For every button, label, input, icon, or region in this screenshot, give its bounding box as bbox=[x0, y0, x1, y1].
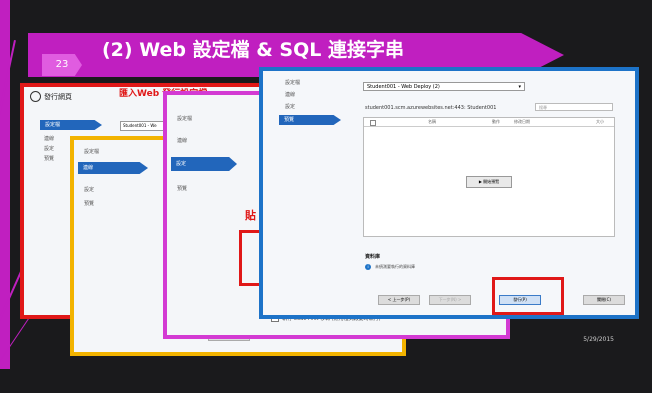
file-list-header: 名稱 動作 修改日期 大小 bbox=[364, 118, 614, 127]
nav-item-connection[interactable]: 連線 bbox=[285, 91, 295, 98]
nav-item-settings[interactable]: 設定 bbox=[171, 157, 237, 171]
nav-item-connection[interactable]: 連線 bbox=[177, 137, 187, 144]
profile-select[interactable]: Student001 - Web Deploy (2) ▾ bbox=[363, 82, 525, 91]
filter-input[interactable]: 搜尋 bbox=[535, 103, 613, 111]
nav-item-preview[interactable]: 預覽 bbox=[84, 200, 94, 207]
database-message: 未偵測要執行的資料庫 bbox=[375, 264, 415, 269]
select-all-checkbox[interactable] bbox=[370, 120, 376, 126]
nav-item-profile[interactable]: 設定檔 bbox=[285, 79, 300, 86]
slide-date: 5/29/2015 bbox=[583, 336, 614, 343]
server-url: student001.scm.azurewebsites.net:443: St… bbox=[365, 105, 497, 111]
nav-item-settings[interactable]: 設定 bbox=[285, 103, 295, 110]
column-modified: 修改日期 bbox=[514, 119, 530, 124]
file-list: 名稱 動作 修改日期 大小 ▶ 開始預覽 bbox=[363, 117, 615, 237]
slide-number: 23 bbox=[42, 54, 82, 76]
column-action: 動作 bbox=[492, 119, 500, 124]
nav-item-connection[interactable]: 連線 bbox=[78, 162, 148, 174]
nav-item-settings[interactable]: 設定 bbox=[44, 145, 54, 152]
database-message-row: i 未偵測要執行的資料庫 bbox=[365, 264, 415, 270]
column-name: 名稱 bbox=[428, 119, 436, 124]
nav-item-preview[interactable]: 預覽 bbox=[177, 185, 187, 192]
nav-item-preview[interactable]: 預覽 bbox=[279, 115, 341, 125]
dialog-title: 發行網頁 bbox=[44, 92, 72, 101]
publish-button-highlight bbox=[492, 277, 564, 315]
info-icon: i bbox=[365, 264, 371, 270]
globe-icon bbox=[30, 91, 41, 102]
nav-item-preview[interactable]: 預覽 bbox=[44, 155, 54, 162]
paste-annotation: 貼 bbox=[245, 209, 256, 222]
nav-item-profile[interactable]: 設定檔 bbox=[40, 120, 102, 130]
nav-item-profile[interactable]: 設定檔 bbox=[177, 115, 192, 122]
start-preview-button[interactable]: ▶ 開始預覽 bbox=[466, 176, 512, 188]
nav-item-connection[interactable]: 連線 bbox=[44, 135, 54, 142]
slide-title: (2) Web 設定檔 & SQL 連接字串 bbox=[102, 39, 404, 61]
previous-button[interactable]: < 上一步(P) bbox=[378, 295, 420, 305]
next-button[interactable]: 下一步(N) > bbox=[429, 295, 471, 305]
close-button[interactable]: 關閉(C) bbox=[583, 295, 625, 305]
chevron-down-icon: ▾ bbox=[518, 84, 521, 90]
database-section-title: 資料庫 bbox=[365, 254, 381, 260]
dialog-header: 發行網頁 bbox=[30, 91, 72, 102]
publish-dialog-blue: 設定檔 連線 設定 預覽 Student001 - Web Deploy (2)… bbox=[259, 67, 639, 319]
profile-select-value: Student001 - Web Deploy (2) bbox=[367, 84, 440, 90]
nav-item-settings[interactable]: 設定 bbox=[84, 186, 94, 193]
nav-item-profile[interactable]: 設定檔 bbox=[84, 148, 99, 155]
column-size: 大小 bbox=[596, 119, 604, 124]
